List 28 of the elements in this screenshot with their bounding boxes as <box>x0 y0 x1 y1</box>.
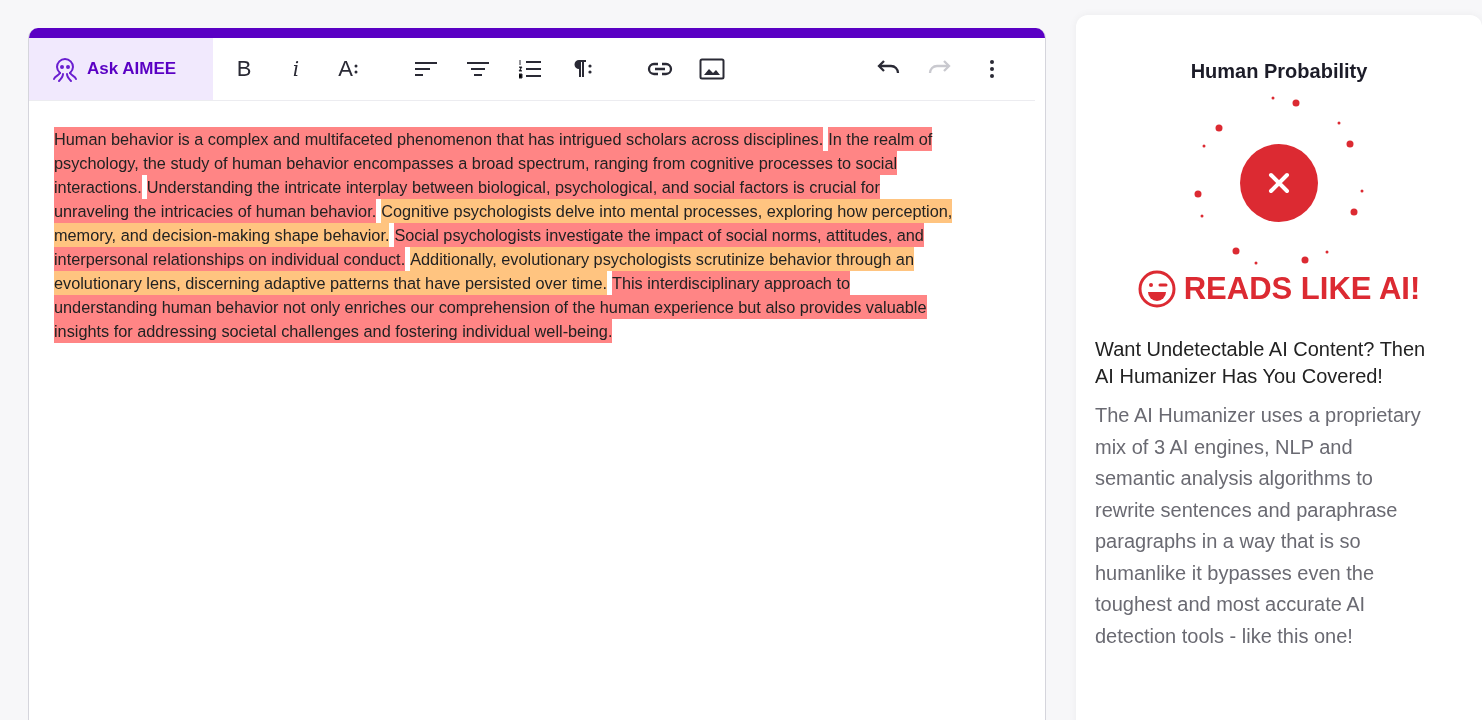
highlighted-text: interpersonal relationships on individual conduct. <box>54 247 406 271</box>
highlighted-text: memory, and decision-making shape behavior. <box>54 223 390 247</box>
dots-icon <box>353 63 358 75</box>
highlighted-text: Social psychologists investigate the impact of social norms, attitudes, and <box>394 223 924 247</box>
highlighted-text: psychology, the study of human behavior encompasses a broad spectrum, ranging from cognitive processes to social <box>54 151 898 175</box>
highlighted-text: interactions. <box>54 175 142 199</box>
highlighted-text: This interdisciplinary approach to <box>611 271 850 295</box>
bold-button[interactable]: B <box>225 50 263 88</box>
highlighted-text: insights for addressing societal challenges and fostering individual well-being. <box>54 319 613 343</box>
promo-heading: Want Undetectable AI Content? Then AI Humanizer Has You Covered! <box>1095 337 1427 389</box>
highlighted-text: unraveling the intricacies of human behavior. <box>54 199 377 223</box>
verdict-text: READS LIKE AI! <box>1183 271 1421 307</box>
highlighted-text: In the realm of <box>828 127 933 151</box>
italic-button[interactable]: i <box>277 50 315 88</box>
highlighted-text: understanding human behavior not only enriches our comprehension of the human experience but also provides valuable <box>54 295 927 319</box>
image-icon <box>699 57 725 81</box>
highlighted-text: evolutionary lens, discerning adaptive patterns that have persisted over time. <box>54 271 607 295</box>
winking-face-icon <box>1137 270 1176 308</box>
ask-aimee-button[interactable]: Ask AIMEE <box>29 38 213 100</box>
highlighted-text: Cognitive psychologists delve into mental processes, exploring how perception, <box>381 199 953 223</box>
highlighted-text: Additionally, evolutionary psychologists scrutinize behavior through an <box>410 247 914 271</box>
highlighted-text: Human behavior is a complex and multifaceted phenomenon that has intrigued scholars across disciplines. <box>54 127 824 151</box>
panel-title: Human Probability <box>1190 60 1368 83</box>
highlighted-text: Understanding the intricate interplay between biological, psychological, and social factors is crucial for <box>146 175 880 199</box>
font-size-button[interactable]: A <box>329 50 367 88</box>
promo-text: The AI Humanizer uses a proprietary mix of 3 AI engines, NLP and semantic analysis algorithms to rewrite sentences and paraphrase paragraphs in a way that is so humanlike it bypasses even the toughest and most accurate AI detection tools - like this one! <box>1095 403 1422 649</box>
numbered-list-icon <box>518 57 542 81</box>
more-icon <box>989 59 995 79</box>
